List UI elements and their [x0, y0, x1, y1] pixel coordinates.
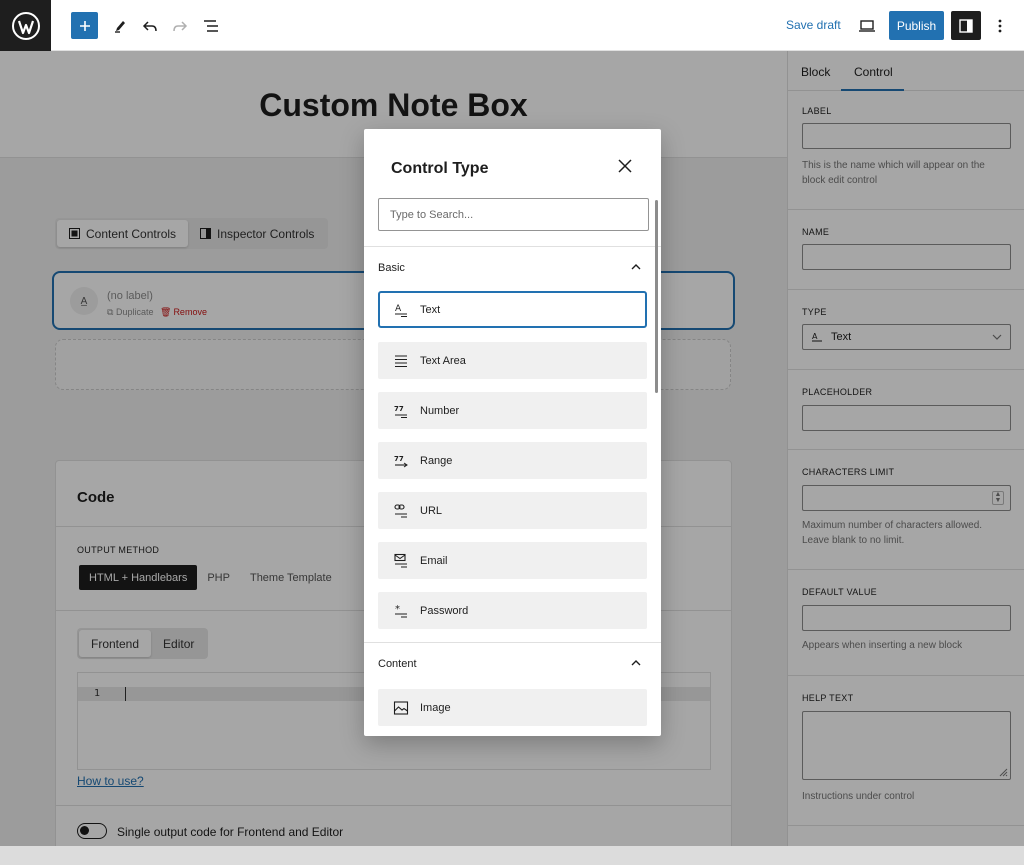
text-area-icon: [392, 352, 409, 369]
collapse-basic-button[interactable]: [629, 260, 643, 274]
list-view-icon: [204, 20, 218, 32]
type-option-label: Image: [420, 701, 451, 714]
close-icon: [618, 159, 632, 173]
divider: [364, 246, 661, 247]
editor-header: Save draft Publish: [0, 0, 1024, 51]
type-option-image[interactable]: Image: [378, 689, 647, 726]
type-option-label: URL: [420, 504, 443, 517]
plus-icon: [79, 20, 90, 31]
chevron-up-icon: [631, 660, 641, 666]
image-icon: [392, 699, 409, 716]
type-option-label: Password: [420, 604, 469, 617]
modal-scrollbar[interactable]: [655, 200, 658, 393]
type-option-url[interactable]: URL: [378, 492, 647, 529]
status-bar: [0, 846, 1024, 865]
number-icon: 77: [392, 402, 409, 419]
redo-icon: [173, 21, 188, 32]
modal-title: Control Type: [391, 160, 489, 177]
desktop-preview-icon: [859, 20, 875, 32]
save-draft-button[interactable]: Save draft: [786, 18, 841, 32]
type-option-label: Text Area: [420, 354, 466, 367]
preview-button[interactable]: [853, 12, 881, 40]
collapse-content-button[interactable]: [629, 656, 643, 670]
divider: [364, 642, 661, 643]
type-option-label: Range: [420, 454, 453, 467]
pencil-icon: [115, 21, 125, 33]
type-option-email[interactable]: Email: [378, 542, 647, 579]
type-option-number[interactable]: 77 Number: [378, 392, 647, 429]
options-menu-button[interactable]: [986, 12, 1014, 40]
type-option-text[interactable]: A Text: [378, 291, 647, 328]
add-block-button[interactable]: [71, 12, 98, 39]
tools-button[interactable]: [106, 12, 134, 40]
type-option-text-area[interactable]: Text Area: [378, 342, 647, 379]
chevron-up-icon: [631, 264, 641, 270]
document-overview-button[interactable]: [197, 12, 225, 40]
type-option-label: Text: [420, 303, 441, 316]
text-icon: A: [392, 301, 409, 318]
search-input[interactable]: [378, 198, 649, 231]
type-option-label: Email: [420, 554, 448, 567]
type-option-label: Number: [420, 404, 460, 417]
settings-toggle-button[interactable]: [951, 11, 981, 40]
category-basic-label: Basic: [378, 262, 405, 274]
svg-text:*: *: [395, 604, 400, 615]
sidebar-icon: [959, 18, 973, 33]
more-vertical-icon: [998, 19, 1002, 33]
link-icon: [392, 502, 409, 519]
undo-button[interactable]: [136, 12, 164, 40]
svg-text:A: A: [395, 304, 402, 314]
wordpress-logo-icon[interactable]: [0, 0, 51, 51]
password-icon: *: [392, 602, 409, 619]
category-content-label: Content: [378, 658, 417, 670]
range-icon: 77: [392, 452, 409, 469]
redo-button[interactable]: [166, 12, 194, 40]
publish-button[interactable]: Publish: [889, 11, 944, 40]
undo-icon: [142, 21, 157, 32]
email-icon: [392, 552, 409, 569]
close-button[interactable]: [614, 155, 636, 177]
control-type-modal: Control Type Basic A Text Text Area 77 N…: [364, 129, 661, 736]
type-option-password[interactable]: * Password: [378, 592, 647, 629]
svg-text:77: 77: [394, 455, 404, 463]
svg-text:77: 77: [394, 405, 404, 413]
type-option-range[interactable]: 77 Range: [378, 442, 647, 479]
